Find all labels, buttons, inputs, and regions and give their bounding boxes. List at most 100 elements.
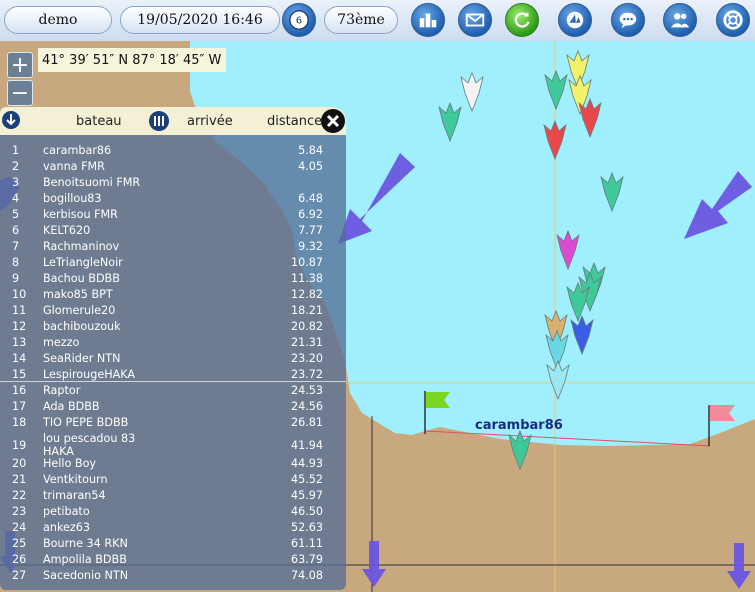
help-icon	[723, 10, 743, 30]
row-boat-name: KELT620	[43, 224, 91, 237]
row-rank: 14	[12, 352, 27, 365]
header-arrival[interactable]: arrivée	[187, 114, 233, 129]
row-rank: 17	[12, 400, 27, 413]
row-distance: 23.72	[290, 368, 323, 381]
row-boat-name: Hello Boy	[43, 457, 97, 470]
row-distance: 24.53	[290, 384, 323, 397]
row-distance: 45.97	[290, 489, 323, 502]
row-distance: 24.56	[290, 400, 323, 413]
row-rank: 6	[12, 224, 20, 237]
row-distance: 23.20	[290, 352, 323, 365]
row-distance: 74.08	[290, 569, 323, 582]
coordinates-readout: 41° 39′ 51″ N 87° 18′ 45″ W	[38, 48, 226, 72]
row-rank: 18	[12, 416, 27, 429]
help-button[interactable]	[716, 3, 750, 37]
row-boat-name: lou pescadou 83 HAKA	[43, 432, 136, 458]
row-boat-name: mezzo	[43, 336, 80, 349]
row-rank: 11	[12, 304, 27, 317]
row-rank: 27	[12, 569, 27, 582]
row-distance: 63.79	[290, 553, 323, 566]
row-boat-name: SeaRider NTN	[43, 352, 121, 365]
row-boat-name: mako85 BPT	[43, 288, 113, 301]
clock-button[interactable]: 6	[282, 3, 316, 37]
mail-icon	[465, 13, 485, 27]
row-rank: 25	[12, 537, 27, 550]
users-button[interactable]	[663, 3, 697, 37]
header-boat[interactable]: bateau	[76, 114, 122, 129]
zoom-in-button[interactable]: +	[7, 52, 33, 78]
rank-button[interactable]: 73ème	[324, 6, 398, 34]
row-boat-name: ankez63	[43, 521, 91, 534]
row-rank: 23	[12, 505, 27, 518]
row-boat-name: TIO PEPE BDBB	[43, 416, 129, 429]
row-rank: 7	[12, 240, 20, 253]
row-distance: 6.48	[298, 192, 323, 205]
refresh-icon	[514, 11, 530, 28]
row-distance: 46.50	[290, 505, 323, 518]
row-boat-name: Rachmaninov	[43, 240, 120, 253]
row-rank: 20	[12, 457, 27, 470]
row-boat-name: Bachou BDBB	[43, 272, 120, 285]
ranking-separator	[0, 381, 346, 382]
row-rank: 4	[12, 192, 20, 205]
row-rank: 26	[12, 553, 27, 566]
row-distance: 21.31	[290, 336, 323, 349]
ranking-icon	[419, 13, 437, 28]
mail-button[interactable]	[458, 3, 492, 37]
row-boat-name: vanna FMR	[43, 160, 105, 173]
datetime-display[interactable]: 19/05/2020 16:46	[120, 6, 280, 34]
row-rank: 22	[12, 489, 27, 502]
row-boat-name: bogillou83	[43, 192, 102, 205]
row-boat-name: Ampolila BDBB	[43, 553, 127, 566]
row-distance: 9.32	[298, 240, 323, 253]
ranking-button[interactable]	[411, 3, 445, 37]
close-icon[interactable]	[320, 108, 346, 134]
row-boat-name: Benoitsuomi FMR	[43, 176, 141, 189]
row-boat-name: Bourne 34 RKN	[43, 537, 128, 550]
row-rank: 9	[12, 272, 20, 285]
row-rank: 2	[12, 160, 20, 173]
zoom-out-button[interactable]: −	[7, 80, 33, 106]
row-rank: 21	[12, 473, 27, 486]
user-button[interactable]: demo	[4, 6, 112, 34]
row-boat-name: petibato	[43, 505, 90, 518]
row-rank: 12	[12, 320, 27, 333]
row-rank: 16	[12, 384, 27, 397]
row-distance: 11.38	[290, 272, 323, 285]
header-distance[interactable]: distance	[267, 114, 322, 129]
row-boat-name: LespirougeHAKA	[43, 368, 136, 381]
row-distance: 12.82	[290, 288, 323, 301]
arrow-down-icon[interactable]	[1, 110, 21, 130]
logo-button[interactable]	[558, 3, 592, 37]
row-distance: 41.94	[290, 439, 323, 452]
ranking-header: bateau arrivée distance	[0, 107, 346, 135]
row-rank: 5	[12, 208, 20, 221]
row-boat-name: Ventkitourn	[43, 473, 108, 486]
row-distance: 52.63	[290, 521, 323, 534]
row-distance: 7.77	[298, 224, 323, 237]
columns-icon[interactable]	[147, 110, 171, 132]
row-distance: 61.11	[290, 537, 323, 550]
row-rank: 8	[12, 256, 20, 269]
row-rank: 19	[12, 439, 27, 452]
row-distance: 10.87	[290, 256, 323, 269]
row-boat-name: LeTriangleNoir	[43, 256, 123, 269]
player-boat-label: carambar86	[475, 418, 563, 433]
row-distance: 18.21	[290, 304, 323, 317]
row-boat-name: kerbisou FMR	[43, 208, 118, 221]
row-distance: 45.52	[290, 473, 323, 486]
row-rank: 10	[12, 288, 27, 301]
row-rank: 1	[12, 144, 20, 157]
row-distance: 26.81	[290, 416, 323, 429]
users-icon	[670, 13, 690, 28]
row-boat-name: trimaran54	[43, 489, 106, 502]
row-boat-name: carambar86	[43, 144, 112, 157]
clock-badge: 6	[296, 16, 302, 27]
row-boat-name: Raptor	[43, 384, 81, 397]
chat-button[interactable]	[611, 3, 645, 37]
row-boat-name: Glomerule20	[43, 304, 116, 317]
clock-icon: 6	[289, 10, 309, 30]
refresh-button[interactable]	[505, 3, 539, 37]
row-distance: 44.93	[290, 457, 323, 470]
row-rank: 24	[12, 521, 27, 534]
